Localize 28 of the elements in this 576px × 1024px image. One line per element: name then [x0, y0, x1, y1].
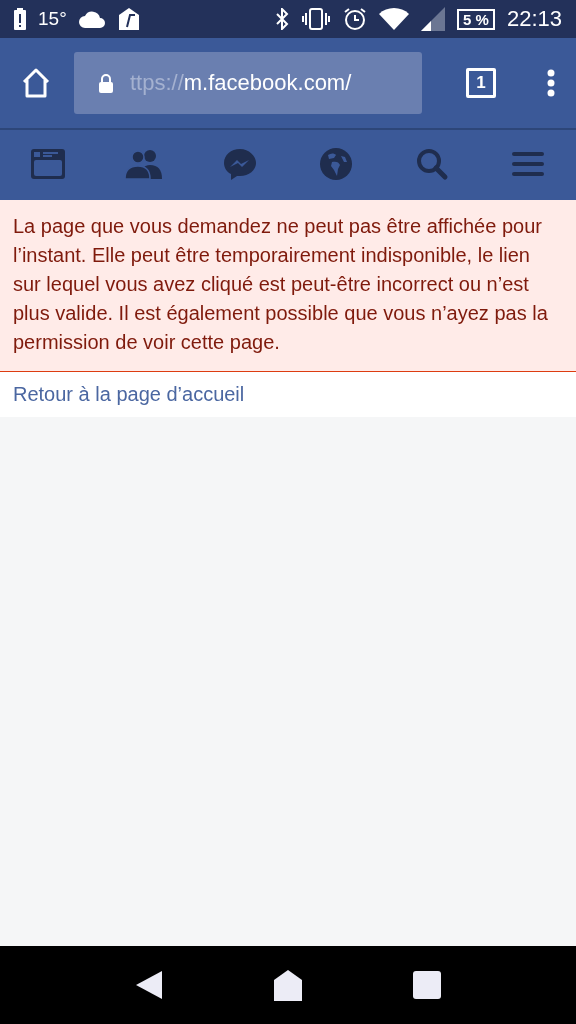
friends-icon [124, 147, 164, 180]
menu-icon [511, 149, 545, 178]
app-icon [116, 7, 141, 31]
cloud-sync-icon [78, 10, 105, 28]
back-icon[interactable] [134, 969, 165, 1001]
lock-icon [98, 73, 114, 93]
error-message: La page que vous demandez ne peut pas être affichée pour l’instant. Elle peut être temporairement indisponible, le lien sur lequel vous avez cliqué est peut-être incorrect ou n’est plus valide. Il est également possible que vous n’ayez pas la permission de voir cette page. [0, 200, 576, 372]
tab-count-button[interactable]: 1 [466, 68, 496, 98]
messenger-icon [223, 146, 257, 181]
home-icon[interactable] [20, 67, 52, 99]
recent-apps-icon[interactable] [411, 970, 442, 1000]
temperature: 15° [38, 8, 67, 30]
alarm-icon [343, 7, 368, 31]
more-icon[interactable] [546, 69, 556, 97]
wifi-icon [379, 7, 410, 31]
battery-level: 5 % [457, 8, 495, 30]
url-field[interactable]: ttps://m.facebook.com/ [74, 52, 422, 114]
url-scheme: ttps:// [130, 70, 184, 96]
news-feed-icon [30, 147, 66, 180]
home-icon[interactable] [273, 969, 303, 1001]
search-icon [415, 146, 449, 181]
vibrate-icon [301, 8, 332, 30]
url-host: m.facebook.com/ [183, 70, 352, 96]
battery-alert-icon [14, 8, 26, 30]
globe-icon [319, 146, 353, 181]
bluetooth-icon [275, 8, 290, 30]
clock: 22:13 [506, 6, 562, 32]
signal-icon [421, 7, 446, 31]
